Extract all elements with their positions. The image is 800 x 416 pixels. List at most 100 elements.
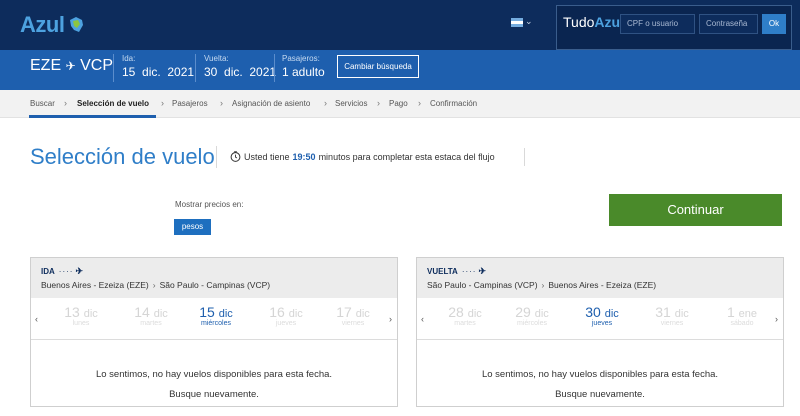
chevron-right-icon: › (324, 98, 327, 108)
dotted-line: ···· (461, 267, 477, 276)
day-number: 14 (134, 304, 150, 320)
chevron-right-icon: › (220, 98, 223, 108)
route-origin: EZE (30, 57, 62, 74)
day-weekday: viernes (341, 320, 365, 327)
day-weekday: sábado (730, 320, 754, 327)
date-option[interactable]: 17 dic viernes (323, 304, 383, 327)
no-flights-message: Lo sentimos, no hay vuelos disponibles p… (31, 365, 397, 405)
route-summary: EZE ✈ VCP (30, 57, 113, 75)
chevron-right-icon: › (541, 280, 545, 290)
day-number: 29 (515, 304, 531, 320)
step-confirmacion[interactable]: Confirmación (430, 99, 477, 108)
step-buscar[interactable]: Buscar (30, 99, 55, 108)
chevron-down-icon[interactable]: ⌄ (525, 16, 533, 27)
direction-label: IDA ···· ✈ (41, 266, 83, 277)
continue-button[interactable]: Continuar (609, 194, 782, 226)
day-month: ene (738, 308, 758, 320)
day-month: dic (288, 308, 303, 320)
login-ok-button[interactable]: Ok (762, 14, 786, 34)
timer-prefix: Usted tiene (244, 151, 290, 162)
page-title: Selección de vuelo (30, 144, 215, 169)
day-number: 30 (585, 304, 601, 320)
chevron-right-icon: › (377, 98, 380, 108)
ida-field: Ida: 15 dic. 2021 (122, 54, 194, 79)
date-option[interactable]: 13 dic lunes (51, 304, 111, 327)
search-summary-bar: EZE ✈ VCP Ida: 15 dic. 2021 Vuelta: 30 d… (0, 50, 800, 90)
leg-destination: Buenos Aires - Ezeiza (EZE) (548, 280, 657, 290)
date-option[interactable]: 29 dic miércoles (502, 304, 562, 327)
currency-pesos-button[interactable]: pesos (174, 219, 211, 235)
timer-suffix: minutos para completar esta estaca del f… (318, 151, 495, 162)
step-pasajeros[interactable]: Pasajeros (172, 99, 208, 108)
leg-route: Buenos Aires - Ezeiza (EZE) › São Paulo - … (41, 280, 270, 290)
day-weekday: jueves (591, 320, 613, 327)
day-weekday: jueves (275, 320, 297, 327)
cpf-input[interactable]: CPF o usuario (620, 14, 695, 34)
date-option[interactable]: 31 dic viernes (642, 304, 702, 327)
day-weekday: viernes (660, 320, 684, 327)
plane-icon: ✈ (75, 266, 83, 276)
date-carousel: ‹ 28 dic martes 29 dic miércoles 30 dic … (417, 298, 783, 340)
date-option[interactable]: 16 dic jueves (256, 304, 316, 327)
chevron-right-icon: › (64, 98, 67, 108)
step-servicios[interactable]: Servicios (335, 99, 367, 108)
return-panel: VUELTA ···· ✈ São Paulo - Campinas (VCP)… (416, 257, 784, 407)
date-option[interactable]: 28 dic martes (435, 304, 495, 327)
date-option-selected[interactable]: 30 dic jueves (572, 304, 632, 327)
day-month: dic (467, 308, 482, 320)
day-month: dic (674, 308, 689, 320)
dotted-line: ···· (58, 267, 74, 276)
no-flights-text: Lo sentimos, no hay vuelos disponibles p… (95, 369, 333, 380)
change-search-button[interactable]: Cambiar búsqueda (337, 55, 419, 78)
day-month: dic (355, 308, 370, 320)
day-number: 28 (448, 304, 464, 320)
day-month: dic (218, 308, 233, 320)
session-timer: Usted tiene 19:50 minutos para completar… (230, 151, 495, 162)
date-option[interactable]: 14 dic martes (121, 304, 181, 327)
vuelta-value: 30 dic. 2021 (204, 65, 277, 79)
step-asignacion-asiento[interactable]: Asignación de asiento (232, 99, 310, 108)
leg-destination: São Paulo - Campinas (VCP) (159, 280, 271, 290)
panel-header: IDA ···· ✈ Buenos Aires - Ezeiza (EZE) › S… (31, 258, 397, 298)
direction-text: VUELTA (427, 267, 458, 276)
booking-steps: Buscar › Selección de vuelo › Pasajeros … (0, 90, 800, 118)
vuelta-field: Vuelta: 30 dic. 2021 (204, 54, 276, 79)
date-option[interactable]: 1 ene sábado (712, 304, 772, 327)
show-prices-label: Mostrar precios en: (175, 200, 244, 209)
top-bar: Azul ⌄ TudoAzul CPF o usuario Contraseña… (0, 0, 800, 50)
chevron-right-icon[interactable]: › (775, 314, 778, 324)
divider (216, 146, 217, 168)
step-pago[interactable]: Pago (389, 99, 408, 108)
panel-header: VUELTA ···· ✈ São Paulo - Campinas (VCP)… (417, 258, 783, 298)
divider (113, 54, 114, 82)
pasajeros-label: Pasajeros: (282, 54, 320, 63)
active-step-indicator (29, 115, 156, 118)
day-weekday: martes (140, 320, 162, 327)
brazil-map-icon (70, 17, 84, 32)
direction-label: VUELTA ···· ✈ (427, 266, 486, 277)
chevron-right-icon: › (152, 280, 156, 290)
azul-logo[interactable]: Azul (20, 12, 85, 38)
date-option-selected[interactable]: 15 dic miércoles (186, 304, 246, 327)
chevron-right-icon: › (161, 98, 164, 108)
direction-text: IDA (41, 267, 55, 276)
day-month: dic (153, 308, 168, 320)
day-weekday: miércoles (201, 320, 231, 327)
day-month: dic (534, 308, 549, 320)
password-input[interactable]: Contraseña (699, 14, 758, 34)
login-panel: TudoAzul CPF o usuario Contraseña Ok (556, 5, 792, 50)
logo-text: Azul (20, 12, 65, 37)
chevron-right-icon[interactable]: › (389, 314, 392, 324)
search-again-text: Busque nuevamente. (555, 389, 645, 400)
day-weekday: miércoles (517, 320, 547, 327)
day-number: 17 (336, 304, 352, 320)
leg-origin: São Paulo - Campinas (VCP) (427, 280, 538, 290)
step-seleccion-vuelo[interactable]: Selección de vuelo (77, 99, 149, 108)
divider (195, 54, 196, 82)
argentina-flag-icon[interactable] (511, 18, 523, 27)
chevron-left-icon[interactable]: ‹ (35, 314, 38, 324)
ida-label: Ida: (122, 54, 136, 63)
chevron-left-icon[interactable]: ‹ (421, 314, 424, 324)
leg-origin: Buenos Aires - Ezeiza (EZE) (41, 280, 149, 290)
tudoazul-logo: TudoAzul (563, 14, 624, 30)
